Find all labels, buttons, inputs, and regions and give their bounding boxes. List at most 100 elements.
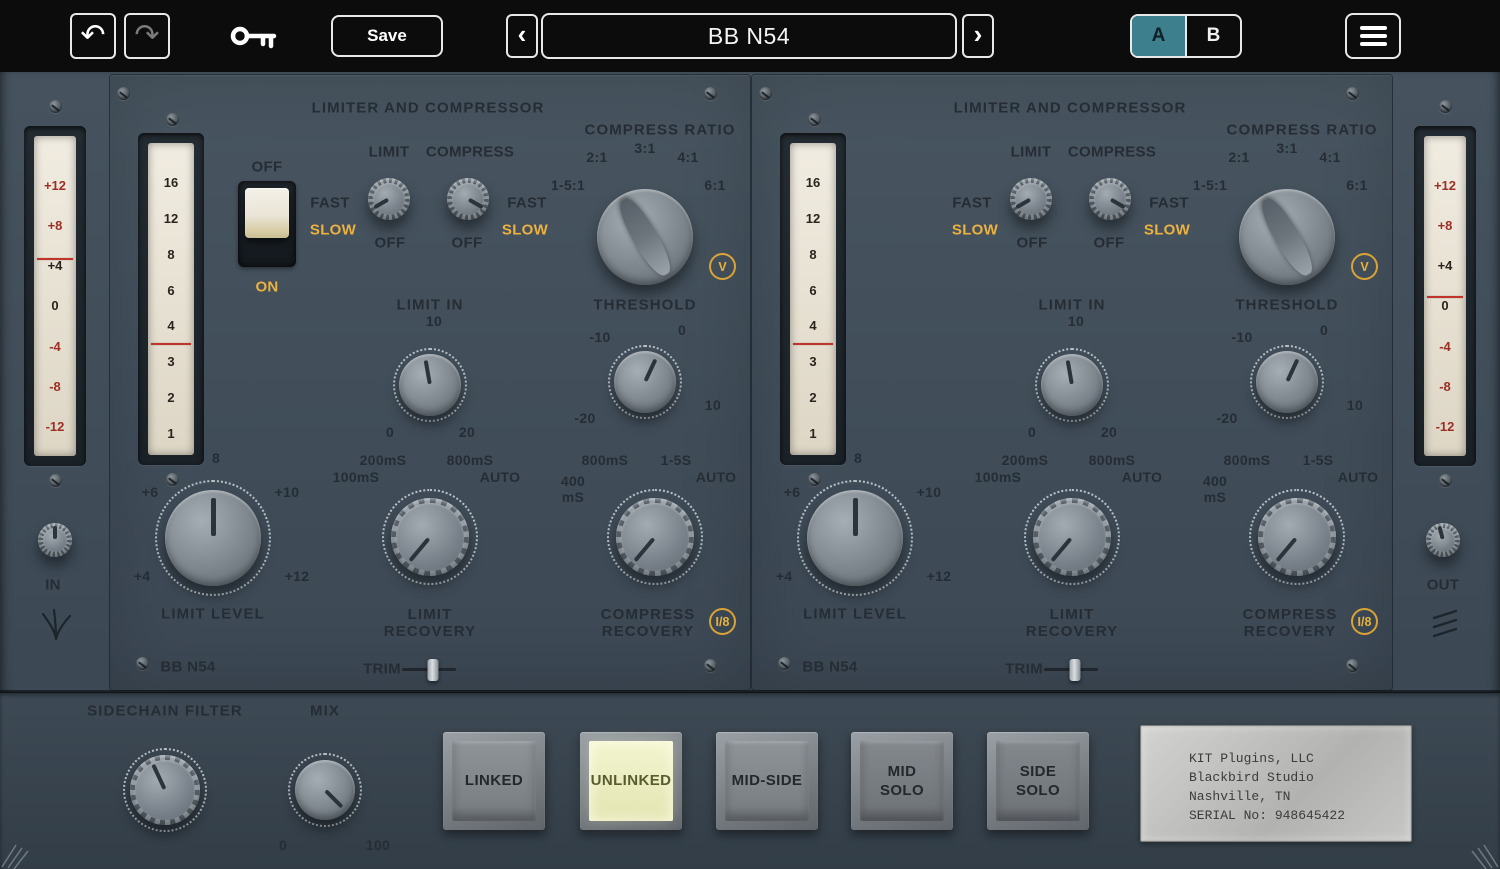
meter-tick: 2 — [167, 390, 174, 405]
recovery-tick: mS — [562, 489, 584, 505]
limit-label: LIMIT — [369, 144, 410, 161]
limit-level-tick: +10 — [917, 484, 942, 500]
ab-a-button[interactable]: A — [1132, 16, 1187, 56]
limit-label: LIMIT — [1011, 144, 1052, 161]
side-solo-button[interactable]: SIDE SOLO — [987, 732, 1089, 830]
screw — [704, 87, 717, 100]
channel-name-label: BB N54 — [160, 659, 215, 676]
compress-mode-knob[interactable] — [447, 178, 489, 220]
input-level-knob[interactable] — [38, 523, 72, 557]
output-label: OUT — [1427, 577, 1460, 594]
knob-pointer — [424, 360, 432, 384]
meter-tick: 0 — [51, 298, 58, 313]
button-label: SIDE SOLO — [996, 741, 1080, 821]
redo-button[interactable]: ↷ — [124, 13, 170, 59]
threshold-tick: -20 — [1216, 410, 1237, 426]
meter-tick: -8 — [49, 379, 61, 394]
ratio-tick-label: 1-5:1 — [1193, 177, 1227, 193]
toolbar: ↶ ↷ Save ‹ BB N54 › A B — [0, 0, 1500, 72]
limit-mode-knob[interactable] — [1010, 178, 1052, 220]
limit-recovery-knob[interactable] — [1033, 498, 1111, 576]
knob-pointer — [53, 526, 57, 539]
limit-in-knob[interactable] — [1041, 354, 1103, 416]
trim-slider[interactable] — [402, 668, 456, 671]
knob-handle — [613, 194, 676, 280]
threshold-tick: 10 — [1347, 397, 1363, 413]
compress-recovery-knob[interactable] — [616, 498, 694, 576]
recovery-tick: 800mS — [1224, 452, 1271, 468]
key-icon[interactable] — [230, 21, 280, 51]
compress-off-label: OFF — [452, 235, 483, 252]
knob-pointer — [1438, 526, 1445, 539]
channel-vu-meter: 16 12 8 6 4 3 2 1 — [780, 133, 846, 465]
limit-level-tick: +6 — [784, 484, 801, 500]
limit-level-knob[interactable] — [807, 490, 903, 586]
limit-in-knob[interactable] — [399, 354, 461, 416]
ratio-tick-label: 1-5:1 — [551, 177, 585, 193]
knob-pointer — [853, 498, 858, 536]
meter-tick: 16 — [164, 175, 178, 190]
channel-right: LIMITER AND COMPRESSOR COMPRESS RATIO 16… — [752, 75, 1392, 690]
compress-ratio-knob[interactable] — [1239, 189, 1335, 285]
threshold-knob[interactable] — [614, 351, 676, 413]
undo-button[interactable]: ↶ — [70, 13, 116, 59]
trim-slider-thumb[interactable] — [428, 659, 439, 681]
compress-ratio-knob[interactable] — [597, 189, 693, 285]
screw — [808, 113, 821, 126]
meter-tick: -8 — [1439, 379, 1451, 394]
meter-tick: 2 — [809, 390, 816, 405]
recovery-tick: 800mS — [582, 452, 629, 468]
limit-recovery-label: LIMIT RECOVERY — [1022, 606, 1122, 640]
trim-slider-thumb[interactable] — [1070, 659, 1081, 681]
v-badge: V — [709, 253, 736, 280]
limit-mode-knob[interactable] — [368, 178, 410, 220]
meter-tick: 1 — [809, 426, 816, 441]
recovery-tick: mS — [1204, 489, 1226, 505]
ratio-tick-label: 3:1 — [1276, 140, 1297, 156]
limit-in-tick: 20 — [1101, 424, 1117, 440]
screw — [808, 473, 821, 486]
compress-recovery-label: COMPRESS RECOVERY — [593, 606, 703, 640]
limit-recovery-knob[interactable] — [391, 498, 469, 576]
vu-meter-scale: 16 12 8 6 4 3 2 1 — [148, 143, 194, 455]
signature-glyph — [40, 606, 72, 642]
limit-off-label: OFF — [1017, 235, 1048, 252]
vu-meter-scale: +12 +8 +4 0 -4 -8 -12 — [34, 136, 76, 456]
compress-mode-knob[interactable] — [1089, 178, 1131, 220]
sidechain-filter-knob[interactable] — [130, 755, 200, 825]
meter-tick: -12 — [46, 419, 65, 434]
limit-level-tick: 8 — [854, 450, 862, 466]
serial-plate: KIT Plugins, LLC Blackbird Studio Nashvi… — [1140, 725, 1412, 842]
button-label: MID-SIDE — [725, 741, 809, 821]
mix-knob[interactable] — [295, 760, 355, 820]
ratio-tick-label: 4:1 — [1319, 149, 1340, 165]
switch-rocker — [245, 188, 289, 238]
limit-level-knob[interactable] — [165, 490, 261, 586]
undo-icon: ↶ — [80, 21, 105, 51]
ab-b-button[interactable]: B — [1187, 16, 1240, 56]
menu-button[interactable] — [1345, 13, 1401, 59]
preset-name-field[interactable]: BB N54 — [541, 13, 957, 59]
output-level-knob[interactable] — [1426, 523, 1460, 557]
vu-needle — [151, 343, 191, 345]
preset-prev-button[interactable]: ‹ — [506, 14, 538, 58]
save-button[interactable]: Save — [331, 15, 443, 57]
threshold-label: THRESHOLD — [1235, 297, 1338, 314]
compress-recovery-knob[interactable] — [1258, 498, 1336, 576]
limit-level-tick: +4 — [776, 568, 793, 584]
unlinked-button[interactable]: UNLINKED — [580, 732, 682, 830]
power-switch[interactable] — [238, 181, 296, 267]
limit-in-tick: 0 — [1028, 424, 1036, 440]
recovery-tick: 1-5S — [1303, 452, 1334, 468]
linked-button[interactable]: LINKED — [443, 732, 545, 830]
mid-side-button[interactable]: MID-SIDE — [716, 732, 818, 830]
preset-next-button[interactable]: › — [962, 14, 994, 58]
threshold-tick: 0 — [1320, 322, 1328, 338]
threshold-tick: 10 — [705, 397, 721, 413]
channel-vu-meter: 16 12 8 6 4 3 2 1 — [138, 133, 204, 465]
i8-badge: I/8 — [1351, 608, 1378, 635]
trim-slider[interactable] — [1044, 668, 1098, 671]
plate-line: Blackbird Studio — [1189, 768, 1411, 787]
mid-solo-button[interactable]: MID SOLO — [851, 732, 953, 830]
threshold-knob[interactable] — [1256, 351, 1318, 413]
